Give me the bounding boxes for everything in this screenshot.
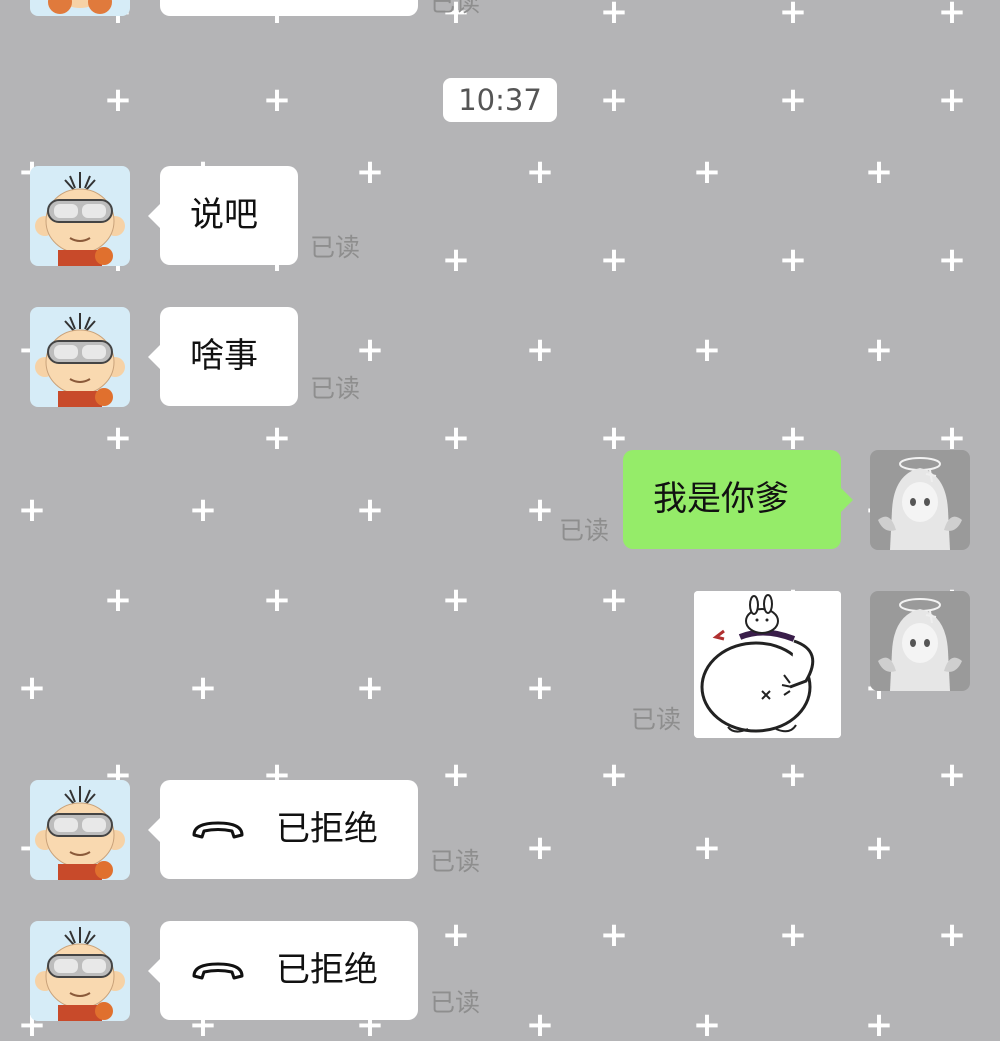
message-bubble-partial[interactable] <box>160 0 418 16</box>
cartoon-boy-avatar-icon <box>30 780 130 880</box>
read-status-partial: 已读 <box>430 0 481 17</box>
cartoon-boy-avatar-icon <box>30 921 130 1021</box>
pattern-cross: + <box>441 240 471 280</box>
fat-rabbit-sticker-icon <box>694 591 841 738</box>
read-status: 已读 <box>310 233 361 262</box>
pattern-cross: + <box>864 330 894 370</box>
pattern-cross: + <box>692 152 722 192</box>
pattern-cross: + <box>441 418 471 458</box>
pattern-cross: + <box>525 152 555 192</box>
pattern-cross: + <box>778 80 808 120</box>
message-text: 啥事 <box>190 336 258 376</box>
avatar-cartoon-boy[interactable] <box>30 780 130 880</box>
avatar-cartoon-boy[interactable] <box>30 307 130 407</box>
pattern-cross: + <box>262 418 292 458</box>
avatar-cartoon-boy[interactable] <box>30 166 130 266</box>
read-status: 已读 <box>310 374 361 403</box>
pattern-cross: + <box>525 828 555 868</box>
pattern-cross: + <box>692 1005 722 1041</box>
pattern-cross: + <box>599 915 629 955</box>
pattern-cross: + <box>599 755 629 795</box>
pattern-cross: + <box>17 490 47 530</box>
bubble-tail <box>148 959 160 983</box>
pattern-cross: + <box>778 0 808 32</box>
pattern-cross: + <box>937 915 967 955</box>
pattern-cross: + <box>692 330 722 370</box>
pattern-cross: + <box>355 490 385 530</box>
bubble-tail <box>148 204 160 228</box>
read-status: 已读 <box>430 847 481 876</box>
pattern-cross: + <box>355 668 385 708</box>
cartoon-boy-avatar-icon <box>30 0 130 16</box>
avatar-anime-angel[interactable] <box>870 450 970 550</box>
pattern-cross: + <box>599 240 629 280</box>
pattern-cross: + <box>599 580 629 620</box>
message-bubble-incoming[interactable]: 啥事 <box>148 307 298 406</box>
pattern-cross: + <box>441 915 471 955</box>
pattern-cross: + <box>937 0 967 32</box>
cartoon-boy-avatar-icon <box>30 166 130 266</box>
call-status-text: 已拒绝 <box>276 809 378 849</box>
pattern-cross: + <box>103 418 133 458</box>
pattern-cross: + <box>525 1005 555 1041</box>
pattern-cross: + <box>778 755 808 795</box>
hang-up-phone-icon <box>192 962 244 979</box>
pattern-cross: + <box>525 668 555 708</box>
pattern-cross: + <box>262 80 292 120</box>
pattern-cross: + <box>188 490 218 530</box>
pattern-cross: + <box>441 580 471 620</box>
pattern-cross: + <box>17 668 47 708</box>
read-status: 已读 <box>559 516 610 545</box>
pattern-cross: + <box>599 80 629 120</box>
pattern-cross: + <box>599 0 629 32</box>
cartoon-boy-avatar-icon <box>30 307 130 407</box>
chat-background-pattern: + + + + + + + + + + + + + + + + + + + + + + + + + + + + + + + + + + + + + + + +… <box>0 0 1000 1041</box>
pattern-cross: + <box>355 330 385 370</box>
pattern-cross: + <box>937 240 967 280</box>
pattern-cross: + <box>599 418 629 458</box>
read-status: 已读 <box>430 988 481 1017</box>
call-declined-bubble[interactable]: 已拒绝 <box>148 921 418 1020</box>
message-bubble-outgoing[interactable]: 我是你爹 <box>623 450 853 549</box>
anime-angel-avatar-icon <box>870 591 970 691</box>
chat-timestamp: 10:37 <box>443 78 557 122</box>
pattern-cross: + <box>355 152 385 192</box>
pattern-cross: + <box>525 490 555 530</box>
call-declined-bubble[interactable]: 已拒绝 <box>148 780 418 879</box>
avatar-anime-angel[interactable] <box>870 591 970 691</box>
bubble-tail <box>841 488 853 512</box>
message-text: 说吧 <box>190 195 258 235</box>
pattern-cross: + <box>864 152 894 192</box>
avatar-cartoon-boy[interactable] <box>30 921 130 1021</box>
message-text: 我是你爹 <box>653 479 789 519</box>
pattern-cross: + <box>188 668 218 708</box>
pattern-cross: + <box>525 330 555 370</box>
message-bubble-incoming[interactable]: 说吧 <box>148 166 298 265</box>
pattern-cross: + <box>103 80 133 120</box>
pattern-cross: + <box>692 828 722 868</box>
pattern-cross: + <box>937 755 967 795</box>
avatar-cartoon-boy-partial[interactable] <box>30 0 130 16</box>
pattern-cross: + <box>262 580 292 620</box>
hang-up-phone-icon <box>192 821 244 838</box>
read-status: 已读 <box>631 705 682 734</box>
call-status-text: 已拒绝 <box>276 950 378 990</box>
bubble-tail <box>148 345 160 369</box>
pattern-cross: + <box>778 240 808 280</box>
pattern-cross: + <box>937 80 967 120</box>
pattern-cross: + <box>441 755 471 795</box>
pattern-cross: + <box>103 580 133 620</box>
pattern-cross: + <box>864 1005 894 1041</box>
bubble-tail <box>148 818 160 842</box>
sticker-message[interactable] <box>694 591 841 738</box>
pattern-cross: + <box>778 915 808 955</box>
anime-angel-avatar-icon <box>870 450 970 550</box>
pattern-cross: + <box>864 828 894 868</box>
